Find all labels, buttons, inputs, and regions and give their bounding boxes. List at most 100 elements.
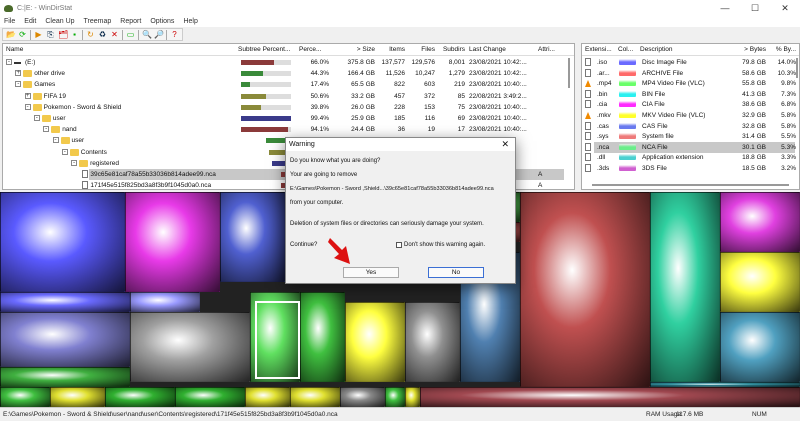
treemap-cell[interactable]: [130, 292, 200, 312]
treemap-cell[interactable]: [220, 192, 285, 282]
treemap-cell[interactable]: [520, 192, 650, 387]
expand-toggle-icon[interactable]: -: [43, 125, 50, 133]
treemap-cell[interactable]: [0, 312, 130, 367]
dialog-close-button[interactable]: ✕: [501, 139, 509, 150]
treemap-cell[interactable]: [405, 302, 460, 382]
treemap-cell[interactable]: [175, 387, 245, 407]
help-icon[interactable]: ?: [170, 30, 179, 39]
treemap-cell[interactable]: [420, 387, 800, 407]
expand-toggle-icon[interactable]: -: [15, 81, 22, 88]
no-button[interactable]: No: [428, 267, 484, 278]
treemap-cell[interactable]: [720, 192, 800, 252]
treemap-cell[interactable]: [385, 387, 405, 407]
treemap-cell[interactable]: [300, 292, 345, 382]
extension-row[interactable]: .iso Disc Image File 79.8 GB 14.0%: [582, 57, 799, 68]
menu-report[interactable]: Report: [120, 18, 141, 25]
yes-button[interactable]: Yes: [343, 267, 399, 278]
treemap-cell[interactable]: [245, 387, 290, 407]
extension-list[interactable]: Extensi... Col... Description > Bytes % By..…: [581, 43, 800, 190]
open-icon[interactable]: 📂: [6, 30, 16, 39]
treemap-cell[interactable]: [650, 192, 720, 382]
treemap-cell[interactable]: [290, 387, 340, 407]
properties-icon[interactable]: ▭: [126, 30, 135, 39]
tree-column-header[interactable]: Name: [6, 46, 23, 53]
extension-row[interactable]: .mkv MKV Video File (VLC) 32.9 GB 5.8%: [582, 110, 799, 121]
expand-toggle-icon[interactable]: +: [24, 92, 31, 99]
treemap-cell[interactable]: [0, 387, 50, 407]
copy-icon[interactable]: ⎘: [46, 30, 55, 39]
extension-row[interactable]: .mp4 MP4 Video File (VLC) 55.8 GB 9.8%: [582, 78, 799, 89]
tree-column-header[interactable]: Perce...: [299, 46, 321, 53]
recycle-icon[interactable]: ♻: [98, 30, 107, 39]
treemap-cell[interactable]: [0, 367, 130, 387]
dont-show-checkbox[interactable]: [396, 242, 402, 248]
extension-column-header[interactable]: > Bytes: [732, 46, 766, 53]
treemap-cell[interactable]: [720, 312, 800, 382]
close-button[interactable]: ✕: [770, 0, 800, 16]
treemap-cell[interactable]: [50, 387, 105, 407]
treemap-cell[interactable]: [125, 192, 220, 292]
zoom-in-icon[interactable]: 🔍: [142, 30, 152, 39]
expand-toggle-icon[interactable]: -: [6, 58, 12, 65]
explorer-icon[interactable]: 🗂: [58, 30, 68, 39]
treemap-cell[interactable]: [650, 382, 800, 387]
tree-row[interactable]: - Pokemon - Sword & Shield 39.8% 26.0 GB 228…: [3, 102, 574, 113]
tree-row[interactable]: - nand 94.1% 24.4 GB 36 19 17 23/08/2021 10:40:…: [3, 124, 574, 135]
extension-row[interactable]: .sys System file 31.4 GB 5.5%: [582, 131, 799, 142]
expand-toggle-icon[interactable]: +: [15, 69, 22, 77]
tree-column-header[interactable]: Files: [407, 46, 435, 53]
extension-column-header[interactable]: % By...: [770, 46, 796, 53]
treemap-cell[interactable]: [345, 302, 405, 382]
treemap-cell[interactable]: [130, 312, 250, 382]
extension-row[interactable]: .cia CIA File 38.6 GB 6.8%: [582, 99, 799, 110]
cmd-icon[interactable]: ▪: [70, 30, 79, 39]
refresh-all-icon[interactable]: ↻: [86, 30, 95, 39]
extension-row[interactable]: .nca NCA File 30.1 GB 5.3%: [582, 141, 799, 153]
treemap-cell[interactable]: [720, 252, 800, 312]
treemap-cell[interactable]: [0, 192, 125, 292]
extension-column-header[interactable]: Description: [640, 46, 673, 53]
treemap-cell[interactable]: [405, 387, 420, 407]
extension-row[interactable]: .3ds 3DS File 18.5 GB 3.2%: [582, 163, 799, 174]
expand-toggle-icon[interactable]: -: [61, 148, 68, 155]
menu-help[interactable]: Help: [183, 18, 197, 25]
extension-row[interactable]: .dll Application extension 18.8 GB 3.3%: [582, 152, 799, 163]
tree-column-header[interactable]: Subdirs: [437, 46, 465, 53]
extension-row[interactable]: .cas CAS File 32.8 GB 5.8%: [582, 121, 799, 132]
minimize-button[interactable]: —: [710, 0, 740, 16]
delete-icon[interactable]: ✕: [110, 30, 119, 39]
menu-treemap[interactable]: Treemap: [84, 18, 112, 25]
extension-column-header[interactable]: Extensi...: [585, 46, 612, 53]
menu-options[interactable]: Options: [150, 18, 174, 25]
tree-row[interactable]: - (E:) 66.0% 375.8 GB 137,577 129,576 8,001 23/…: [3, 57, 574, 68]
tree-row[interactable]: - user 99.4% 25.9 GB 185 116 69 23/08/2021 10:4…: [3, 113, 574, 124]
treemap-cell[interactable]: [105, 387, 175, 407]
tree-column-header[interactable]: > Size: [331, 46, 375, 53]
menu-file[interactable]: File: [4, 18, 15, 25]
expand-toggle-icon[interactable]: -: [71, 159, 78, 166]
tree-row[interactable]: + other drive 44.3% 166.4 GB 11,526 10,247 1,2…: [3, 68, 574, 79]
maximize-button[interactable]: ☐: [740, 0, 770, 16]
menu-clean-up[interactable]: Clean Up: [45, 18, 74, 25]
dont-show-label[interactable]: Don't show this warning again.: [404, 242, 485, 248]
zoom-out-icon[interactable]: 🔎: [154, 30, 164, 39]
play-icon[interactable]: ▶: [34, 30, 43, 39]
extension-row[interactable]: .ar... ARCHIVE File 58.6 GB 10.3%: [582, 68, 799, 79]
expand-toggle-icon[interactable]: -: [52, 137, 59, 144]
treemap-cell[interactable]: [340, 387, 385, 407]
refresh-icon[interactable]: ⟳: [18, 30, 27, 39]
tree-column-header[interactable]: Subtree Percent...: [238, 46, 290, 53]
tree-column-header[interactable]: Last Change: [469, 46, 506, 53]
extension-row[interactable]: .bin BIN File 41.3 GB 7.3%: [582, 89, 799, 100]
expand-toggle-icon[interactable]: -: [24, 103, 31, 110]
extension-column-header[interactable]: Col...: [618, 46, 633, 53]
tree-row[interactable]: + FIFA 19 50.6% 33.2 GB 457 372 85 22/08/2021 3…: [3, 91, 574, 102]
tree-scrollbar[interactable]: [568, 58, 570, 88]
tree-column-header[interactable]: Attri...: [538, 46, 555, 53]
expand-toggle-icon[interactable]: -: [33, 114, 40, 121]
tree-column-header[interactable]: Items: [379, 46, 405, 53]
horizontal-scrollbar[interactable]: [592, 184, 789, 186]
treemap-cell[interactable]: [0, 292, 130, 312]
menu-edit[interactable]: Edit: [24, 18, 36, 25]
tree-row[interactable]: - Games 17.4% 65.5 GB 822 603 219 23/08/2021 10…: [3, 79, 574, 90]
